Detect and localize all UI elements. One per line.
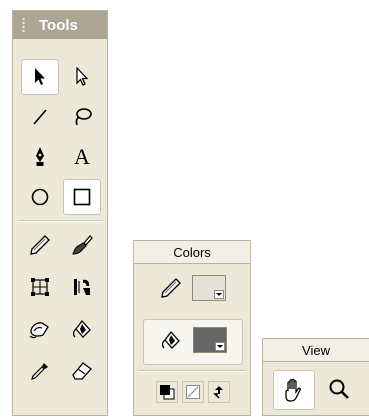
drag-grip-icon[interactable] bbox=[21, 17, 26, 33]
colors-divider bbox=[138, 370, 246, 372]
free-transform-icon bbox=[31, 278, 49, 296]
tools-grid-2 bbox=[19, 225, 103, 265]
text-tool[interactable]: A bbox=[63, 139, 101, 175]
pencil-tool[interactable] bbox=[21, 227, 59, 263]
view-panel-title: View bbox=[263, 339, 369, 362]
pen-tool[interactable] bbox=[21, 139, 59, 175]
swap-colors-button[interactable] bbox=[208, 381, 230, 403]
oval-icon bbox=[31, 188, 49, 206]
paint-bucket-icon bbox=[72, 319, 91, 338]
tools-divider bbox=[19, 220, 103, 222]
paint-bucket-icon bbox=[161, 330, 180, 349]
tools-grid-5 bbox=[19, 351, 103, 391]
pencil-icon bbox=[30, 235, 50, 255]
free-transform-tool[interactable] bbox=[21, 269, 59, 305]
rectangle-tool[interactable] bbox=[63, 179, 101, 215]
chevron-down-icon bbox=[215, 342, 225, 351]
paint-bucket-tool[interactable] bbox=[63, 311, 101, 347]
pencil-icon bbox=[161, 278, 181, 298]
arrow-icon bbox=[35, 68, 45, 85]
no-color-icon bbox=[186, 385, 200, 399]
eraser-icon bbox=[72, 362, 92, 380]
subselection-tool[interactable] bbox=[63, 59, 101, 95]
stroke-color-swatch[interactable] bbox=[192, 275, 226, 301]
line-tool[interactable] bbox=[21, 99, 59, 135]
hand-icon bbox=[285, 378, 301, 402]
tools-panel-title: Tools bbox=[39, 16, 78, 34]
pen-icon bbox=[36, 147, 44, 166]
lasso-tool[interactable] bbox=[63, 99, 101, 135]
eraser-tool[interactable] bbox=[63, 353, 101, 389]
brush-tool[interactable] bbox=[63, 227, 101, 263]
oval-tool[interactable] bbox=[21, 179, 59, 215]
line-icon bbox=[33, 109, 47, 125]
lasso-icon bbox=[75, 108, 92, 126]
hand-tool[interactable] bbox=[273, 370, 315, 410]
brush-icon bbox=[72, 235, 93, 255]
tools-panel: Tools A bbox=[12, 10, 108, 416]
fill-transform-tool[interactable] bbox=[63, 269, 101, 305]
rectangle-icon bbox=[73, 188, 91, 206]
swap-colors-icon bbox=[213, 386, 223, 399]
default-colors-button[interactable] bbox=[156, 381, 178, 403]
no-color-button[interactable] bbox=[182, 381, 204, 403]
selection-tool[interactable] bbox=[21, 59, 59, 95]
view-panel: View bbox=[262, 338, 369, 416]
color-buttons-row bbox=[134, 381, 252, 403]
ink-bottle-tool[interactable] bbox=[21, 311, 59, 347]
tools-grid-3 bbox=[19, 267, 103, 307]
magnifier-icon bbox=[329, 379, 349, 399]
fill-color-row bbox=[134, 327, 252, 353]
tools-panel-header[interactable]: Tools bbox=[13, 11, 107, 39]
text-icon: A bbox=[74, 144, 90, 169]
chevron-down-icon bbox=[214, 290, 224, 299]
tools-grid: A bbox=[19, 57, 103, 217]
fill-transform-icon bbox=[74, 279, 90, 295]
zoom-tool[interactable] bbox=[321, 370, 357, 408]
colors-panel: Colors bbox=[133, 240, 251, 416]
fill-color-swatch[interactable] bbox=[193, 327, 227, 353]
eyedropper-tool[interactable] bbox=[21, 353, 59, 389]
subselect-arrow-icon bbox=[76, 67, 89, 86]
stroke-color-row bbox=[134, 275, 252, 301]
ink-bottle-icon bbox=[29, 322, 49, 339]
colors-panel-title: Colors bbox=[134, 241, 250, 264]
eyedropper-icon bbox=[31, 363, 48, 380]
tools-grid-4 bbox=[19, 309, 103, 349]
default-colors-icon bbox=[160, 385, 175, 400]
